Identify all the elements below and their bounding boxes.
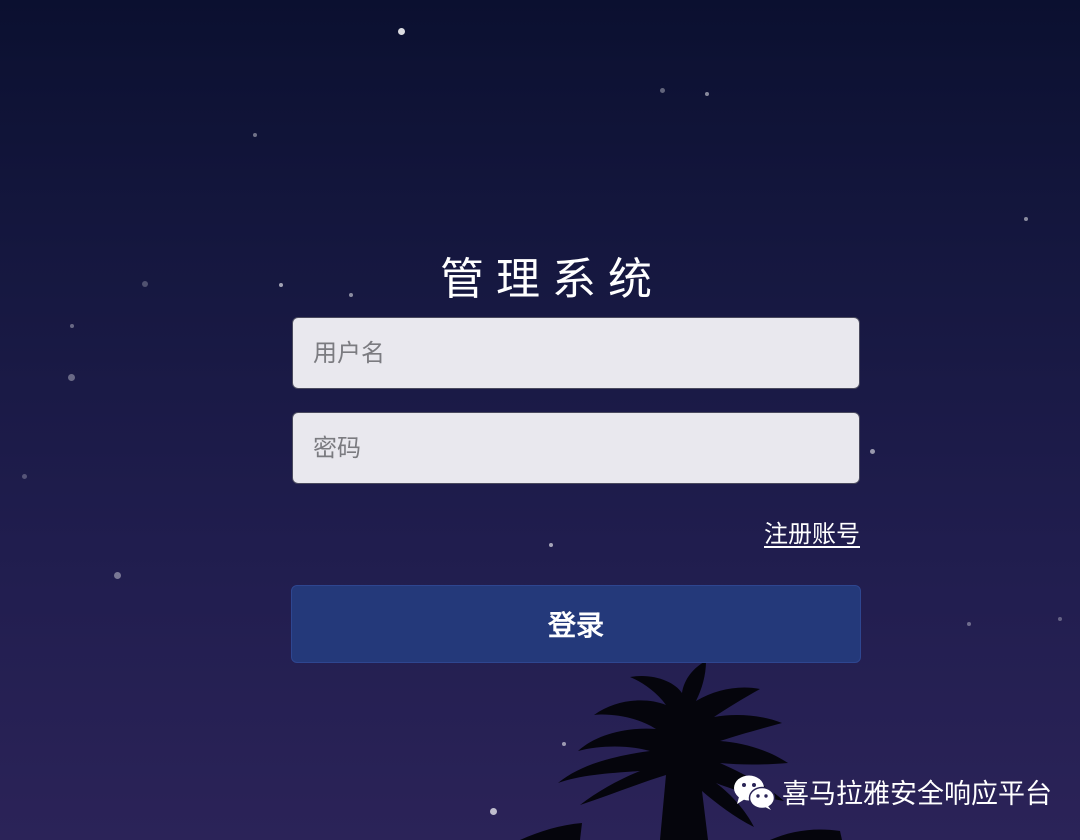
star [68, 374, 75, 381]
star [114, 572, 121, 579]
star [870, 449, 875, 454]
username-input[interactable] [293, 318, 859, 388]
star [1024, 217, 1028, 221]
password-field-wrapper [292, 412, 860, 484]
star [253, 133, 257, 137]
login-button[interactable]: 登录 [291, 585, 861, 663]
username-field-wrapper [292, 317, 860, 389]
star [549, 543, 553, 547]
star [398, 28, 405, 35]
page-title: 管理系统 [440, 254, 664, 306]
password-input[interactable] [293, 413, 859, 483]
star [967, 622, 971, 626]
wechat-icon [734, 775, 776, 810]
star [660, 88, 665, 93]
star [1058, 617, 1062, 621]
watermark: 喜马拉雅安全响应平台 [732, 772, 1052, 811]
tree-silhouette [520, 661, 842, 840]
star [705, 92, 709, 96]
register-link[interactable]: 注册账号 [764, 514, 860, 549]
star [70, 324, 74, 328]
watermark-text: 喜马拉雅安全响应平台 [782, 779, 1052, 810]
star [22, 474, 27, 479]
